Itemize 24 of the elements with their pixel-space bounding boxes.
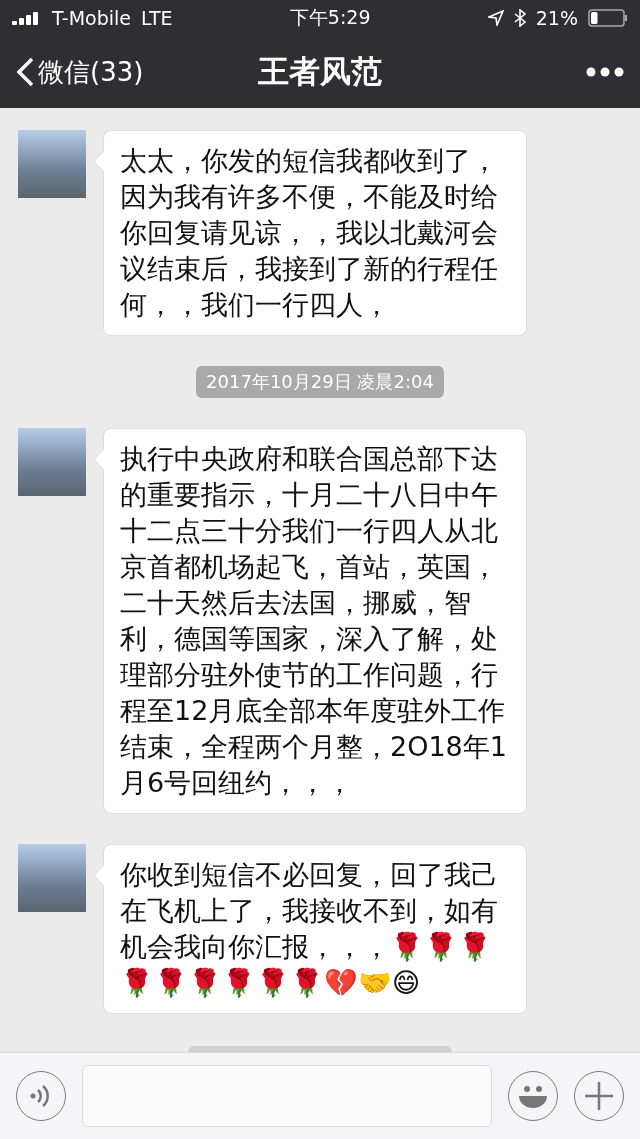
carrier-name: T-Mobile bbox=[52, 7, 132, 29]
avatar-photo-placeholder bbox=[18, 844, 86, 912]
message-input-field[interactable] bbox=[82, 1065, 492, 1127]
plus-icon bbox=[584, 1081, 614, 1111]
message-bubble: 你收到短信不必回复，回了我己在飞机上了，我接收不到，如有机会我向你汇报，，，🌹🌹🌹🌹🌹🌹🌹🌹🌹💔🤝😄 bbox=[103, 844, 527, 1014]
back-button[interactable]: 微信(33) bbox=[16, 54, 196, 90]
location-icon bbox=[487, 10, 504, 26]
voice-button[interactable] bbox=[16, 1071, 66, 1121]
battery-percent: 21% bbox=[535, 7, 578, 29]
voice-icon bbox=[30, 1083, 52, 1109]
battery-icon bbox=[588, 9, 628, 27]
timestamp: 2017年10月29日 凌晨2:04 bbox=[196, 366, 444, 398]
more-icon bbox=[586, 67, 624, 77]
clock: 下午5:29 bbox=[289, 5, 371, 30]
chevron-left-icon bbox=[16, 57, 34, 87]
avatar-photo-placeholder bbox=[18, 428, 86, 496]
chat-title: 王者风范 bbox=[258, 52, 382, 91]
add-button[interactable] bbox=[574, 1071, 624, 1121]
bluetooth-icon bbox=[513, 9, 526, 27]
message-bubble: 太太，你发的短信我都收到了，因为我有许多不便，不能及时给你回复请见谅，，我以北戴河会议结束后，我接到了新的行程任何，，我们一行四人， bbox=[103, 130, 527, 336]
network-type: LTE bbox=[141, 7, 173, 29]
message-bubble: 执行中央政府和联合国总部下达的重要指示，十月二十八日中午十二点三十分我们一行四人从北京首都机场起飞，首站，英国，二十天然后去法国，挪威，智利，德国等国家，深入了解，处理部分驻外使节的工作问题，行程至12月底全部本年度驻外工作结束，全程两个月整，2O18年1月6号回纽约，，， bbox=[103, 428, 527, 814]
emoji-button[interactable] bbox=[508, 1071, 558, 1121]
avatar-photo-placeholder bbox=[18, 130, 86, 198]
